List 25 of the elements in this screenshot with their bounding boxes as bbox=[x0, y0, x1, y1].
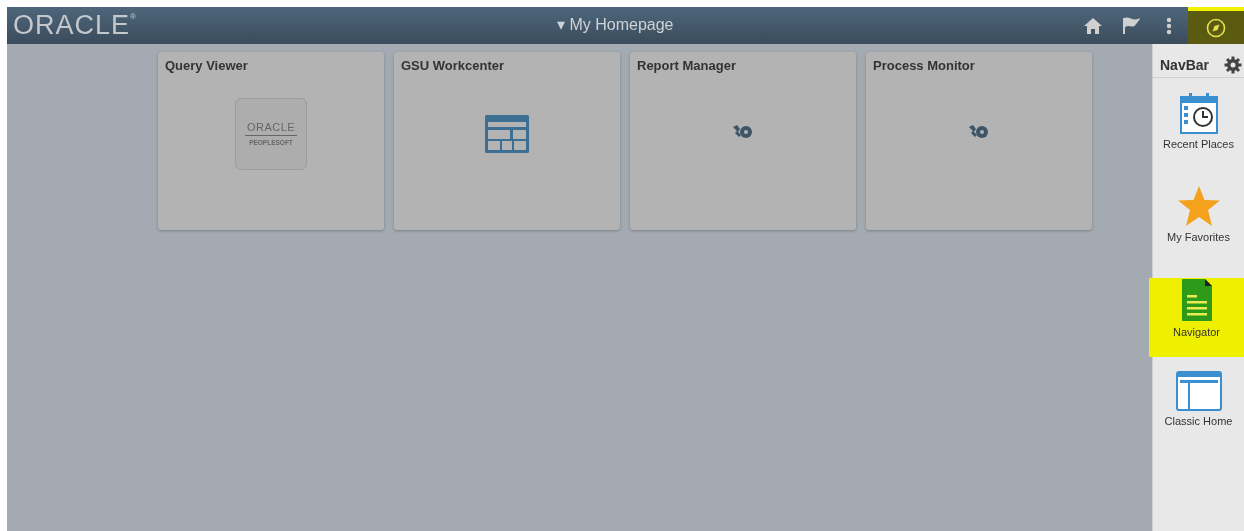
tile-title: Report Manager bbox=[637, 58, 737, 73]
navbar-item[interactable]: My Favorites bbox=[1153, 185, 1244, 264]
window-icon bbox=[1175, 371, 1222, 411]
navbar-item[interactable]: Classic Home bbox=[1153, 371, 1244, 450]
app-tile[interactable]: Process Monitor bbox=[866, 52, 1092, 230]
flag-icon bbox=[1122, 16, 1140, 35]
navbar-item[interactable]: Navigator bbox=[1149, 278, 1244, 357]
star-icon bbox=[1176, 185, 1221, 227]
more-icon bbox=[1166, 16, 1172, 35]
document-icon bbox=[1180, 278, 1213, 322]
oracle-logo: ORACLE$^{®}$ bbox=[12, 10, 137, 41]
navbar-item[interactable]: Recent Places bbox=[1153, 92, 1244, 171]
app-tile[interactable]: GSU Workcenter bbox=[394, 52, 620, 230]
homepage-dropdown[interactable]: ▾ My Homepage bbox=[557, 15, 674, 34]
tile-title: GSU Workcenter bbox=[401, 58, 506, 73]
calendar-clock-icon bbox=[1179, 92, 1218, 134]
navbar-title: NavBar bbox=[1160, 56, 1210, 73]
tile-title: Process Monitor bbox=[873, 58, 976, 73]
app-tile[interactable]: Report Manager bbox=[630, 52, 856, 230]
settings-icon[interactable] bbox=[1224, 55, 1242, 74]
navigator-button[interactable] bbox=[1188, 7, 1244, 44]
tile-title: Query Viewer bbox=[165, 58, 249, 73]
window-grid-icon bbox=[485, 114, 529, 153]
compass-icon bbox=[1206, 17, 1226, 38]
home-icon bbox=[1083, 16, 1103, 35]
